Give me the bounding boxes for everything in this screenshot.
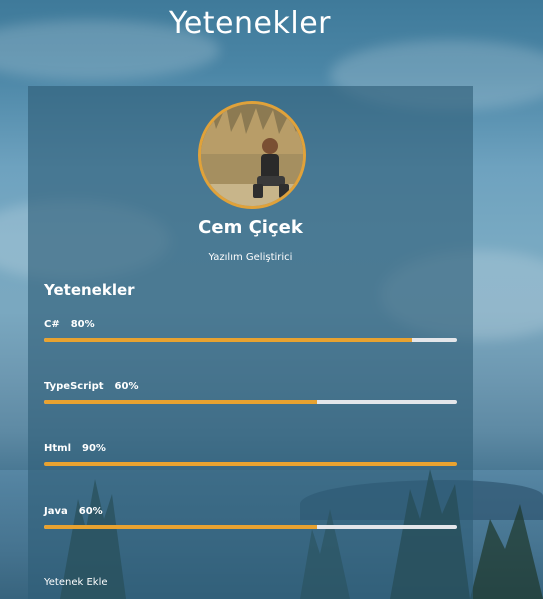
skill-progress-fill xyxy=(44,400,317,404)
skill-progress-bar xyxy=(44,462,457,466)
skill-name: Html xyxy=(44,442,71,454)
skill-progress-fill xyxy=(44,525,317,529)
skill-name: Java xyxy=(44,505,68,517)
skills-heading: Yetenekler xyxy=(44,281,135,299)
skill-item-java: Java 60% xyxy=(44,504,457,529)
skill-percent: 80% xyxy=(70,318,95,330)
skill-progress-bar xyxy=(44,400,457,404)
skill-item-html: Html 90% xyxy=(44,441,457,466)
profile-name: Cem Çiçek xyxy=(198,217,303,238)
add-skill-link[interactable]: Yetenek Ekle xyxy=(44,577,108,588)
skill-item-csharp: C# 80% xyxy=(44,317,457,342)
skill-progress-bar xyxy=(44,338,457,342)
skill-name: C# xyxy=(44,318,60,330)
skill-percent: 60% xyxy=(78,505,103,517)
skill-item-typescript: TypeScript 60% xyxy=(44,379,457,404)
skill-name: TypeScript xyxy=(44,380,104,392)
skill-percent: 60% xyxy=(114,380,139,392)
profile-role: Yazılım Geliştirici xyxy=(208,252,293,263)
skill-progress-fill xyxy=(44,462,457,466)
profile-card: Cem Çiçek Yazılım Geliştirici Yetenekler… xyxy=(28,86,473,599)
avatar xyxy=(198,101,306,209)
skill-progress-bar xyxy=(44,525,457,529)
skill-progress-fill xyxy=(44,338,412,342)
page-title: Yetenekler xyxy=(169,6,331,41)
avatar-photo xyxy=(201,104,303,206)
skill-percent: 90% xyxy=(82,442,106,454)
